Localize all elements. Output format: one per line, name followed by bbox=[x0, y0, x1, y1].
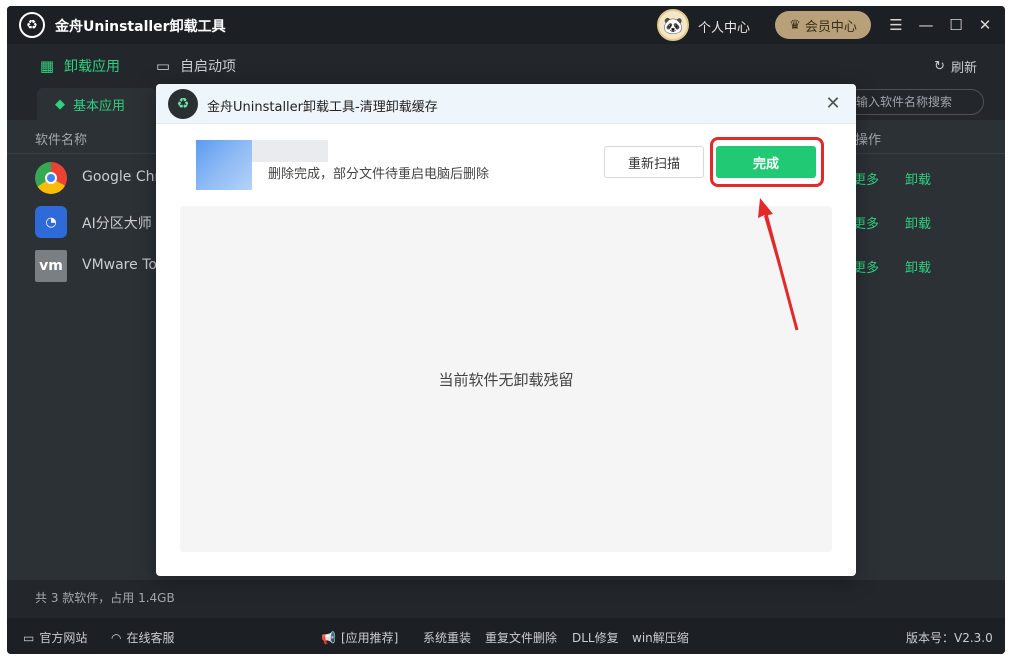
row-name: VMware To bbox=[82, 257, 157, 273]
vmware-icon: vm bbox=[35, 250, 67, 282]
tab-basic-apps[interactable]: ◆ 基本应用 bbox=[37, 88, 157, 120]
dialog-header: ♻ 金舟Uninstaller卸载工具-清理卸载缓存 ✕ bbox=[156, 84, 856, 124]
dialog-title: 金舟Uninstaller卸载工具-清理卸载缓存 bbox=[207, 100, 438, 115]
refresh-button[interactable]: ↻ 刷新 bbox=[934, 57, 977, 76]
refresh-icon: ↻ bbox=[934, 59, 945, 74]
residue-panel: 当前软件无卸载残留 bbox=[180, 206, 832, 552]
official-site-label: 官方网站 bbox=[39, 631, 88, 645]
vip-center-button[interactable]: ♛ 会员中心 bbox=[775, 11, 871, 39]
nav-startup[interactable]: ▭ 自启动项 bbox=[154, 56, 236, 76]
refresh-label: 刷新 bbox=[950, 61, 977, 76]
dialog-close-icon[interactable]: ✕ bbox=[822, 92, 844, 114]
row-uninstall-link[interactable]: 卸载 bbox=[905, 257, 931, 276]
official-site-link[interactable]: ▭ 官方网站 bbox=[23, 629, 87, 646]
online-support-label: 在线客服 bbox=[126, 631, 175, 645]
headset-icon: ◠ bbox=[111, 630, 122, 645]
row-more-link[interactable]: 更多 bbox=[853, 257, 879, 276]
row-more-link[interactable]: 更多 bbox=[853, 169, 879, 188]
blurred-software-name bbox=[252, 140, 328, 162]
search-input[interactable]: 输入软件名称搜索 bbox=[843, 89, 984, 115]
crown-icon: ♛ bbox=[789, 17, 801, 33]
clean-cache-dialog: ♻ 金舟Uninstaller卸载工具-清理卸载缓存 ✕ 删除完成，部分文件待重… bbox=[156, 84, 856, 576]
ai-partition-icon: ◔ bbox=[35, 206, 67, 238]
hamburger-icon[interactable]: ☰ bbox=[885, 14, 907, 36]
row-name: AI分区大师 bbox=[82, 216, 152, 232]
nav-uninstall[interactable]: ▦ 卸载应用 bbox=[38, 56, 120, 76]
row-uninstall-link[interactable]: 卸载 bbox=[905, 213, 931, 232]
cube-icon: ◆ bbox=[55, 96, 65, 112]
chrome-icon bbox=[35, 162, 67, 194]
col-ops-header: 操作 bbox=[855, 133, 882, 148]
footer-link[interactable]: 系统重装 bbox=[423, 629, 471, 646]
version-label: 版本号：V2.3.0 bbox=[906, 631, 993, 645]
avatar[interactable]: 🐼 bbox=[657, 9, 689, 41]
user-center-link[interactable]: 个人中心 bbox=[698, 17, 750, 36]
megaphone-icon: 📢 bbox=[321, 630, 336, 645]
monitor-icon: ▭ bbox=[155, 57, 171, 75]
app-logo-icon: ♻ bbox=[168, 89, 198, 119]
tab-basic-label: 基本应用 bbox=[73, 98, 126, 114]
highlight-box bbox=[710, 137, 824, 187]
app-title: 金舟Uninstaller卸载工具 bbox=[55, 19, 226, 35]
minimize-icon[interactable]: — bbox=[915, 14, 937, 36]
rescan-button[interactable]: 重新扫描 bbox=[604, 146, 704, 178]
col-name-header: 软件名称 bbox=[35, 133, 88, 148]
close-icon[interactable]: ✕ bbox=[974, 14, 996, 36]
monitor-icon: ▭ bbox=[23, 630, 35, 645]
footer-link[interactable]: 重复文件删除 bbox=[485, 629, 557, 646]
footer-link[interactable]: win解压缩 bbox=[632, 629, 689, 646]
title-bar: ♻ 金舟Uninstaller卸载工具 🐼 个人中心 ♛ 会员中心 ☰ — ☐ … bbox=[7, 6, 1005, 44]
row-uninstall-link[interactable]: 卸载 bbox=[905, 169, 931, 188]
software-summary: 共 3 款软件，占用 1.4GB bbox=[35, 591, 175, 605]
recommend-label: [应用推荐] bbox=[340, 631, 399, 645]
nav-uninstall-label: 卸载应用 bbox=[64, 59, 120, 75]
row-more-link[interactable]: 更多 bbox=[853, 213, 879, 232]
nav-startup-label: 自启动项 bbox=[180, 59, 236, 75]
online-support-link[interactable]: ◠ 在线客服 bbox=[111, 629, 175, 646]
delete-status-message: 删除完成，部分文件待重启电脑后删除 bbox=[268, 167, 490, 182]
maximize-icon[interactable]: ☐ bbox=[945, 14, 967, 36]
empty-residue-message: 当前软件无卸载残留 bbox=[438, 371, 574, 389]
recommend-section: 📢 [应用推荐] bbox=[321, 629, 398, 646]
vip-label: 会员中心 bbox=[804, 19, 857, 35]
footer-bar: ▭ 官方网站 ◠ 在线客服 📢 [应用推荐] 系统重装 重复文件删除 DLL修复… bbox=[7, 618, 1005, 654]
software-icon bbox=[196, 140, 252, 190]
main-nav: ▦ 卸载应用 ▭ 自启动项 ↻ 刷新 bbox=[7, 44, 1005, 86]
app-logo-icon: ♻ bbox=[19, 12, 45, 38]
apps-grid-icon: ▦ bbox=[39, 57, 55, 75]
row-name: Google Chr bbox=[82, 169, 161, 185]
footer-link[interactable]: DLL修复 bbox=[572, 629, 619, 646]
